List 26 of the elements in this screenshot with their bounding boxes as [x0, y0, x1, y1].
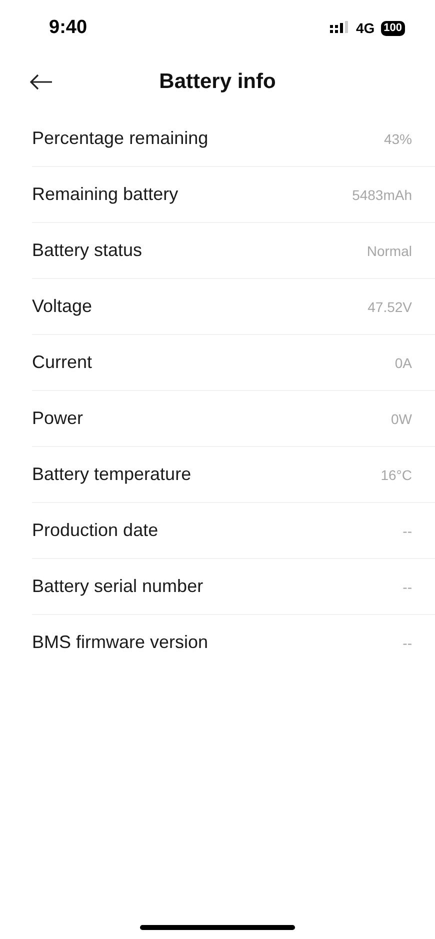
- network-type: 4G: [356, 20, 375, 36]
- row-value: 16°C: [380, 466, 412, 482]
- row-label: Power: [32, 408, 84, 429]
- row-label: Battery status: [32, 240, 142, 261]
- row-label: Current: [32, 352, 92, 373]
- row-value: Normal: [366, 242, 412, 258]
- row-label: Voltage: [32, 296, 92, 317]
- row-value: --: [402, 634, 412, 650]
- row-value: 0W: [391, 410, 412, 426]
- signal-icon: [330, 21, 350, 35]
- row-value: --: [402, 522, 412, 538]
- row-value: 43%: [384, 130, 412, 146]
- row-label: Percentage remaining: [32, 128, 208, 149]
- status-time: 9:40: [49, 17, 88, 39]
- row-value: 0A: [394, 354, 412, 370]
- row-value: 47.52V: [368, 298, 412, 314]
- row-label: Battery temperature: [32, 464, 192, 485]
- row-value: --: [402, 578, 412, 594]
- battery-level: 100: [380, 20, 405, 36]
- row-label: Battery serial number: [32, 576, 204, 597]
- back-arrow-icon: [29, 74, 53, 90]
- row-label: Production date: [32, 520, 158, 541]
- row-value: 5483mAh: [352, 186, 412, 202]
- row-label: Remaining battery: [32, 184, 178, 205]
- row-label: BMS firmware version: [32, 632, 208, 653]
- page-title: Battery info: [159, 70, 276, 94]
